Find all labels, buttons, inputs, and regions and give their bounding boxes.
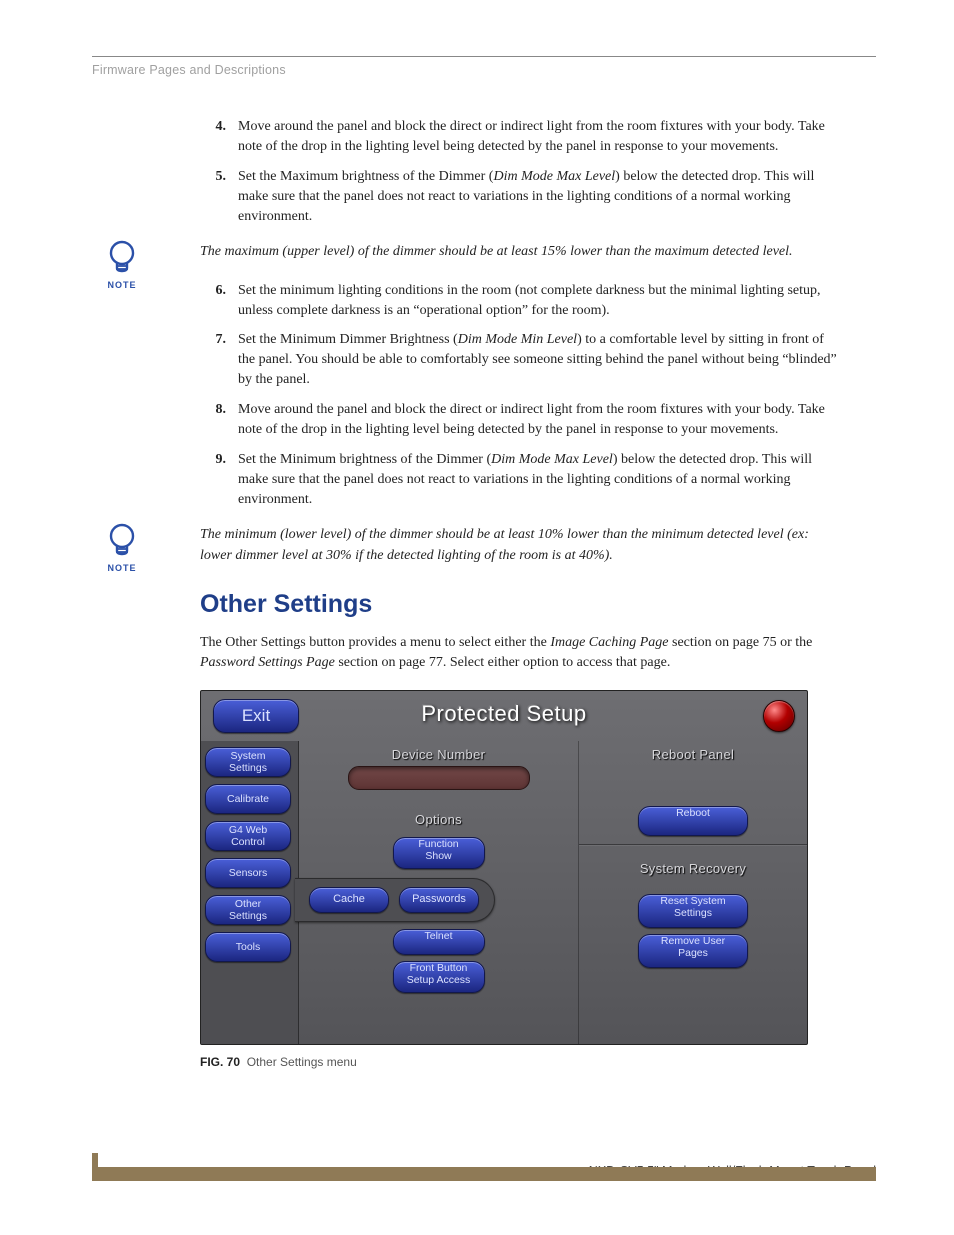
remove-user-pages-button[interactable]: Remove User Pages xyxy=(638,934,748,968)
status-indicator-icon xyxy=(763,700,795,732)
figure-caption-text: Other Settings menu xyxy=(247,1055,357,1069)
exit-button[interactable]: Exit xyxy=(213,699,299,733)
step-text: Set the Minimum Dimmer Brightness (Dim M… xyxy=(238,330,840,390)
step-4: 4. Move around the panel and block the d… xyxy=(200,117,840,157)
step-8: 8. Move around the panel and block the d… xyxy=(200,400,840,440)
sidebar-item-calibrate[interactable]: Calibrate xyxy=(205,784,291,814)
figure-screenshot-other-settings: Exit Protected Setup System Settings Cal… xyxy=(200,690,808,1045)
note-text: The maximum (upper level) of the dimmer … xyxy=(200,242,820,262)
step-number: 6. xyxy=(200,281,238,321)
step-number: 7. xyxy=(200,330,238,390)
label-system-recovery: System Recovery xyxy=(579,855,807,880)
sidebar: System Settings Calibrate G4 Web Control… xyxy=(201,741,299,1044)
telnet-button[interactable]: Telnet xyxy=(393,929,485,955)
device-number-field[interactable] xyxy=(348,766,530,790)
step-9: 9. Set the Minimum brightness of the Dim… xyxy=(200,450,840,510)
step-5: 5. Set the Maximum brightness of the Dim… xyxy=(200,167,840,227)
sidebar-item-g4-web-control[interactable]: G4 Web Control xyxy=(205,821,291,851)
label-device-number: Device Number xyxy=(299,741,578,766)
section-heading-other-settings: Other Settings xyxy=(200,590,840,619)
step-number: 9. xyxy=(200,450,238,510)
step-text: Move around the panel and block the dire… xyxy=(238,400,840,440)
reset-system-settings-button[interactable]: Reset System Settings xyxy=(638,894,748,928)
step-number: 8. xyxy=(200,400,238,440)
note-label: NOTE xyxy=(92,563,152,573)
note-lightbulb-icon: NOTE xyxy=(92,238,152,290)
step-text: Move around the panel and block the dire… xyxy=(238,117,840,157)
section-paragraph: The Other Settings button provides a men… xyxy=(200,633,840,674)
front-button-setup-access-button[interactable]: Front Button Setup Access xyxy=(393,961,485,993)
label-options: Options xyxy=(299,806,578,831)
note-block-1: NOTE The maximum (upper level) of the di… xyxy=(92,242,876,262)
cache-button[interactable]: Cache xyxy=(309,887,389,913)
figure-label: FIG. 70 xyxy=(200,1055,240,1069)
figure-caption: FIG. 70 Other Settings menu xyxy=(200,1055,840,1069)
note-lightbulb-icon: NOTE xyxy=(92,521,152,573)
step-number: 4. xyxy=(200,117,238,157)
function-show-button[interactable]: Function Show xyxy=(393,837,485,869)
sidebar-item-system-settings[interactable]: System Settings xyxy=(205,747,291,777)
step-text: Set the Maximum brightness of the Dimmer… xyxy=(238,167,840,227)
other-settings-flyout: Cache Passwords xyxy=(295,878,495,922)
step-number: 5. xyxy=(200,167,238,227)
step-6: 6. Set the minimum lighting conditions i… xyxy=(200,281,840,321)
note-text: The minimum (lower level) of the dimmer … xyxy=(200,525,820,566)
label-reboot-panel: Reboot Panel xyxy=(579,741,807,766)
sidebar-item-sensors[interactable]: Sensors xyxy=(205,858,291,888)
note-label: NOTE xyxy=(92,280,152,290)
step-text: Set the Minimum brightness of the Dimmer… xyxy=(238,450,840,510)
step-7: 7. Set the Minimum Dimmer Brightness (Di… xyxy=(200,330,840,390)
sidebar-item-tools[interactable]: Tools xyxy=(205,932,291,962)
running-header: Firmware Pages and Descriptions xyxy=(92,63,876,77)
page-footer: 74 NXD-CV5 5" Modero Wall/Flush Mount To… xyxy=(92,1167,876,1191)
sidebar-item-other-settings[interactable]: Other Settings xyxy=(205,895,291,925)
step-text: Set the minimum lighting conditions in t… xyxy=(238,281,840,321)
passwords-button[interactable]: Passwords xyxy=(399,887,479,913)
reboot-button[interactable]: Reboot xyxy=(638,806,748,836)
note-block-2: NOTE The minimum (lower level) of the di… xyxy=(92,525,876,566)
